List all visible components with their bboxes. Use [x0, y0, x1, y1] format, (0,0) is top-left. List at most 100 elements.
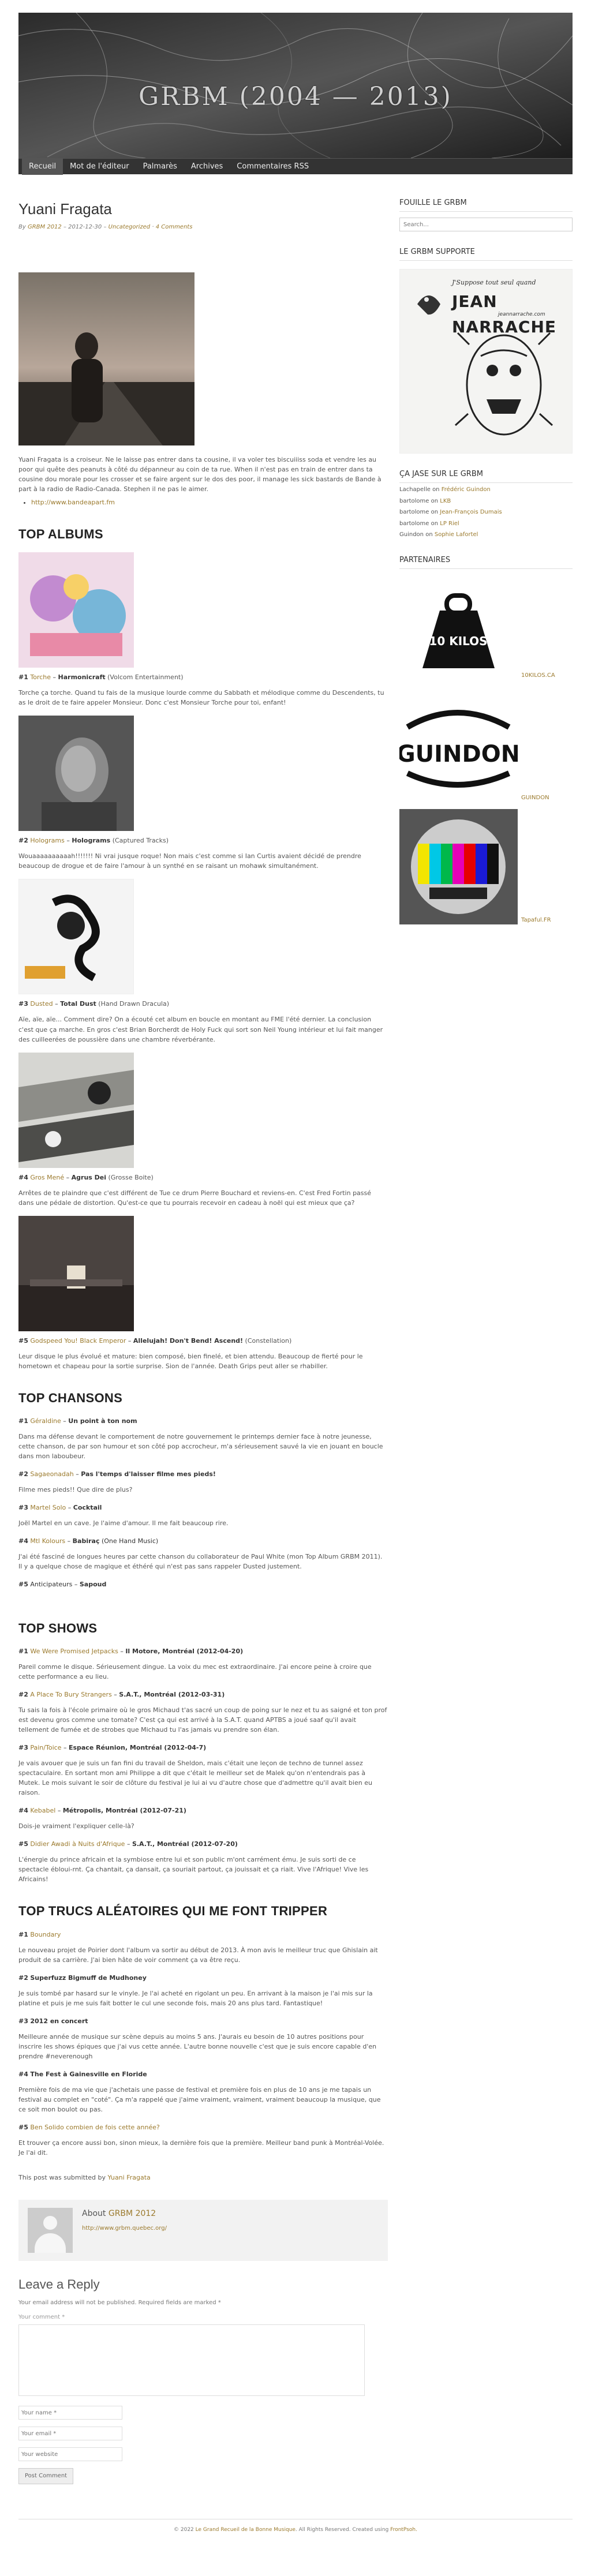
- partner-link[interactable]: Tapaful.FR: [521, 916, 551, 925]
- nav-item-archives[interactable]: Archives: [184, 159, 230, 175]
- song-review-3: Joël Martel en un cave. Je l'aime d'amou…: [18, 1519, 229, 1527]
- song-item-2: #2 Sagaeonadah – Pas l'temps d'laisser f…: [18, 1470, 216, 1478]
- truc-text-4: Première fois de ma vie que j'achetais u…: [18, 2086, 381, 2114]
- search-input[interactable]: [399, 218, 573, 232]
- show-review-3: Je vais avouer que je suis un fan fini d…: [18, 1759, 372, 1797]
- song-artist-link[interactable]: Sagaeonadah: [30, 1470, 73, 1478]
- show-item-3: #3 Pain/Toice – Espace Réunion, Montréal…: [18, 1743, 207, 1751]
- partner-logo-tapaful[interactable]: [399, 809, 518, 925]
- about-url-link[interactable]: http://www.grbm.quebec.org/: [82, 2225, 167, 2231]
- show-artist-link[interactable]: A Place To Bury Strangers: [30, 1691, 111, 1698]
- show-review-2: Tu sais la fois à l'école primaire où le…: [18, 1706, 387, 1733]
- album-art-gros-mene: [18, 1052, 134, 1168]
- song-review-1: Dans ma défense devant le comportement d…: [18, 1433, 383, 1461]
- song-item-1: #1 Géraldine – Un point à ton nom: [18, 1417, 137, 1425]
- album-artist-link[interactable]: Torche: [30, 673, 51, 681]
- partner-item: GUINDON GUINDON: [399, 687, 573, 803]
- album-artist-link[interactable]: Dusted: [30, 1000, 53, 1008]
- truc-link[interactable]: Ben Solido combien de fois cette année?: [30, 2124, 159, 2131]
- sidebar: FOUILLE LE GRBM LE GRBM SUPPORTE J'Suppo…: [399, 197, 573, 2484]
- about-title: About GRBM 2012: [82, 2209, 156, 2219]
- truc-text-2: Je suis tombé par hasard sur le vinyle. …: [18, 1989, 373, 2007]
- meta-category-link[interactable]: Uncategorized: [109, 224, 150, 230]
- site-title[interactable]: GRBM (2004 — 2013): [18, 77, 573, 117]
- comment-post-link[interactable]: Sophie Lafortel: [435, 531, 478, 538]
- comment-post-link[interactable]: LP Riel: [440, 521, 459, 527]
- song-review-2: Filme mes pieds!! Que dire de plus?: [18, 1486, 133, 1494]
- nav-item-palmares[interactable]: Palmarès: [136, 159, 184, 175]
- album-cover-2: [18, 716, 134, 832]
- name-field[interactable]: [18, 2406, 122, 2420]
- meta-author-link[interactable]: GRBM 2012: [28, 224, 62, 230]
- partner-link[interactable]: 10KILOS.CA: [521, 671, 555, 680]
- comment-textarea[interactable]: [18, 2324, 365, 2396]
- album-artist-link[interactable]: Holograms: [30, 837, 64, 844]
- post-meta: By GRBM 2012 – 2012-12-30 – Uncategorize…: [18, 224, 193, 231]
- truc-text-5: Et trouver ça encore aussi bon, sinon mi…: [18, 2139, 384, 2157]
- show-artist-link[interactable]: Didier Awadi à Nuits d'Afrique: [30, 1840, 125, 1848]
- comment-item: bartolome on LP Riel: [399, 520, 459, 527]
- support-title: LE GRBM SUPPORTE: [399, 246, 573, 261]
- main-content: Yuani Fragata By GRBM 2012 – 2012-12-30 …: [18, 197, 388, 2484]
- album-cover-1: [18, 552, 134, 668]
- intro-links: http://www.bandeapart.fm: [31, 497, 388, 507]
- truc-item-2: #2 Superfuzz Bigmuff de Mudhoney: [18, 1974, 147, 1982]
- album-cover-4: [18, 1052, 134, 1168]
- comment-post-link[interactable]: LKB: [440, 498, 451, 504]
- truc-link[interactable]: Boundary: [30, 1931, 61, 1938]
- footer-theme-link[interactable]: FrontPsoh.: [390, 2527, 417, 2533]
- album-review-5: Leur disque le plus évolué et mature: bi…: [18, 1352, 363, 1370]
- about-author-link[interactable]: GRBM 2012: [109, 2209, 156, 2218]
- site-header: GRBM (2004 — 2013): [18, 13, 573, 158]
- trucs-heading: TOP TRUCS ALÉATOIRES QUI ME FONT TRIPPER: [18, 1904, 328, 1919]
- email-field[interactable]: [18, 2427, 122, 2441]
- post-title[interactable]: Yuani Fragata: [18, 197, 388, 220]
- website-field[interactable]: [18, 2447, 122, 2462]
- comment-item: bartolome on Jean-François Dumais: [399, 509, 502, 516]
- truc-item-4: #4 The Fest à Gainesville en Floride: [18, 2070, 147, 2079]
- test-pattern-icon: [399, 809, 518, 925]
- poster-art: [417, 295, 553, 436]
- partner-logo-guindon[interactable]: GUINDON: [399, 687, 518, 803]
- album-artist-link[interactable]: Godspeed You! Black Emperor: [30, 1337, 126, 1345]
- songs-heading: TOP CHANSONS: [18, 1390, 123, 1405]
- portrait-illustration: [18, 272, 194, 445]
- album-artist-link[interactable]: Gros Mené: [30, 1174, 64, 1181]
- nav-item-recueil[interactable]: Recueil: [22, 158, 63, 175]
- album-art-holograms: [18, 716, 134, 832]
- album-review-4: Arrêtes de te plaindre que c'est différe…: [18, 1189, 372, 1207]
- partner-logo-text: 10 KILOS: [429, 634, 487, 648]
- main-nav: Recueil Mot de l'éditeur Palmarès Archiv…: [18, 158, 573, 175]
- comment-post-link[interactable]: Frédéric Guindon: [442, 486, 491, 493]
- footer-site-link[interactable]: Le Grand Recueil de la Bonne Musique: [196, 2527, 296, 2533]
- reply-title: Leave a Reply: [18, 2277, 100, 2292]
- partners-widget: PARTENAIRES 10 KILOS 10KILOS.CA GUINDON …: [399, 555, 573, 925]
- song-artist-link[interactable]: Mtl Kolours: [30, 1537, 65, 1545]
- truc-item-1: #1 Boundary: [18, 1930, 61, 1938]
- post-intro: Yuani Fragata is a croiseur. Ne le laiss…: [18, 455, 381, 493]
- intro-link[interactable]: http://www.bandeapart.fm: [31, 499, 115, 506]
- comment-item: Guindon on Sophie Lafortel: [399, 531, 478, 538]
- comment-item: bartolome on LKB: [399, 497, 451, 504]
- show-artist-link[interactable]: Pain/Toice: [30, 1744, 61, 1751]
- nav-item-rss[interactable]: Commentaires RSS: [230, 159, 316, 175]
- site-footer: © 2022 Le Grand Recueil de la Bonne Musi…: [18, 2518, 573, 2551]
- nav-item-mot-editeur[interactable]: Mot de l'éditeur: [63, 159, 136, 175]
- partner-link[interactable]: GUINDON: [521, 793, 549, 803]
- song-artist-link[interactable]: Martel Solo: [30, 1504, 66, 1511]
- weight-icon: 10 KILOS: [422, 593, 495, 669]
- avatar: [28, 2208, 73, 2253]
- show-artist-link[interactable]: Kebabel: [30, 1807, 55, 1814]
- jean-narrache-poster[interactable]: J'Suppose tout seul quand JEAN NARRACHE …: [399, 269, 573, 454]
- comment-post-link[interactable]: Jean-François Dumais: [440, 509, 502, 515]
- show-artist-link[interactable]: We Were Promised Jetpacks: [30, 1648, 118, 1655]
- song-artist-link[interactable]: Géraldine: [30, 1417, 61, 1425]
- album-caption-2: #2 Holograms – Holograms (Captured Track…: [18, 837, 169, 845]
- show-item-5: #5 Didier Awadi à Nuits d'Afrique – S.A.…: [18, 1840, 238, 1848]
- post-comment-button[interactable]: Post Comment: [18, 2468, 74, 2484]
- meta-comments-link[interactable]: 4 Comments: [156, 224, 193, 230]
- partner-logo-10kilos[interactable]: 10 KILOS: [399, 576, 518, 680]
- show-review-1: Pareil comme le disque. Sérieusement din…: [18, 1663, 372, 1680]
- submitted-author-link[interactable]: Yuani Fragata: [108, 2174, 151, 2181]
- song-item-4: #4 Mtl Kolours – Babiraç (One Hand Music…: [18, 1537, 159, 1545]
